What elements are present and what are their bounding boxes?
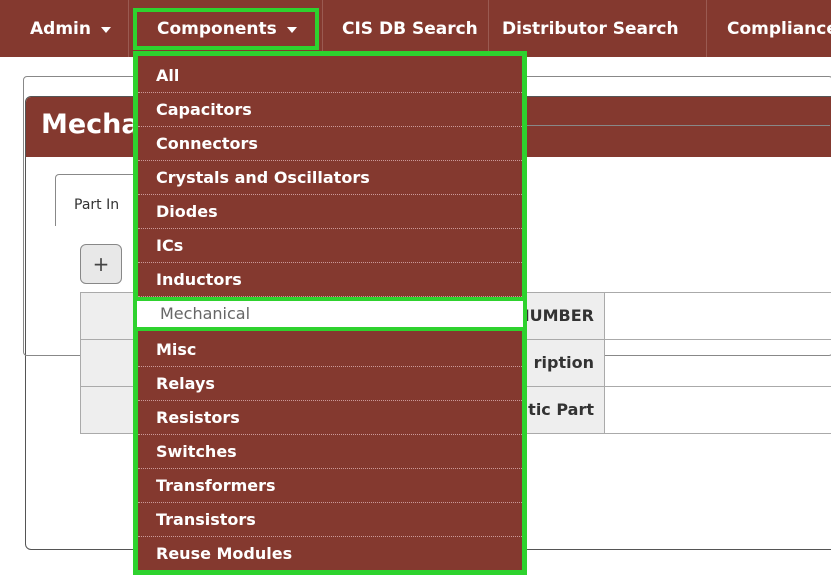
menu-item-connectors[interactable]: Connectors [138, 127, 522, 161]
nav-cis-db-search[interactable]: CIS DB Search [342, 0, 478, 57]
menu-item-inductors[interactable]: Inductors [138, 263, 522, 297]
field-label: ription [533, 353, 594, 372]
menu-item-resistors[interactable]: Resistors [138, 401, 522, 435]
nav-distributor-search-label: Distributor Search [502, 18, 679, 39]
nav-divider [488, 0, 489, 57]
components-dropdown-menu: All Capacitors Connectors Crystals and O… [133, 51, 527, 575]
components-highlight-box [133, 8, 319, 50]
plus-icon: + [92, 252, 110, 276]
menu-item-misc[interactable]: Misc [138, 333, 522, 367]
nav-admin-label: Admin [30, 18, 91, 39]
menu-item-relays[interactable]: Relays [138, 367, 522, 401]
nav-admin[interactable]: Admin [30, 0, 111, 57]
menu-item-transformers[interactable]: Transformers [138, 469, 522, 503]
tab-part-info-label: Part In [74, 197, 120, 213]
top-navbar: Admin Components CIS DB Search Distribut… [0, 0, 831, 57]
nav-divider [706, 0, 707, 57]
menu-item-transistors[interactable]: Transistors [138, 503, 522, 537]
nav-divider [322, 0, 323, 57]
chevron-down-icon [100, 27, 111, 33]
menu-item-ics[interactable]: ICs [138, 229, 522, 263]
nav-distributor-search[interactable]: Distributor Search [502, 0, 679, 57]
menu-item-all[interactable]: All [138, 59, 522, 93]
menu-item-diodes[interactable]: Diodes [138, 195, 522, 229]
menu-item-mechanical[interactable]: Mechanical [133, 297, 527, 331]
nav-cis-db-search-label: CIS DB Search [342, 18, 478, 39]
nav-divider [128, 0, 129, 57]
nav-compliance-label: Compliance [727, 18, 831, 39]
menu-item-capacitors[interactable]: Capacitors [138, 93, 522, 127]
menu-item-reuse-modules[interactable]: Reuse Modules [138, 537, 522, 571]
menu-item-crystals-and-oscillators[interactable]: Crystals and Oscillators [138, 161, 522, 195]
field-label: tic Part [528, 400, 594, 419]
nav-compliance[interactable]: Compliance [727, 0, 831, 57]
menu-item-switches[interactable]: Switches [138, 435, 522, 469]
add-button[interactable]: + [80, 244, 122, 284]
field-label: IUMBER [523, 306, 594, 325]
